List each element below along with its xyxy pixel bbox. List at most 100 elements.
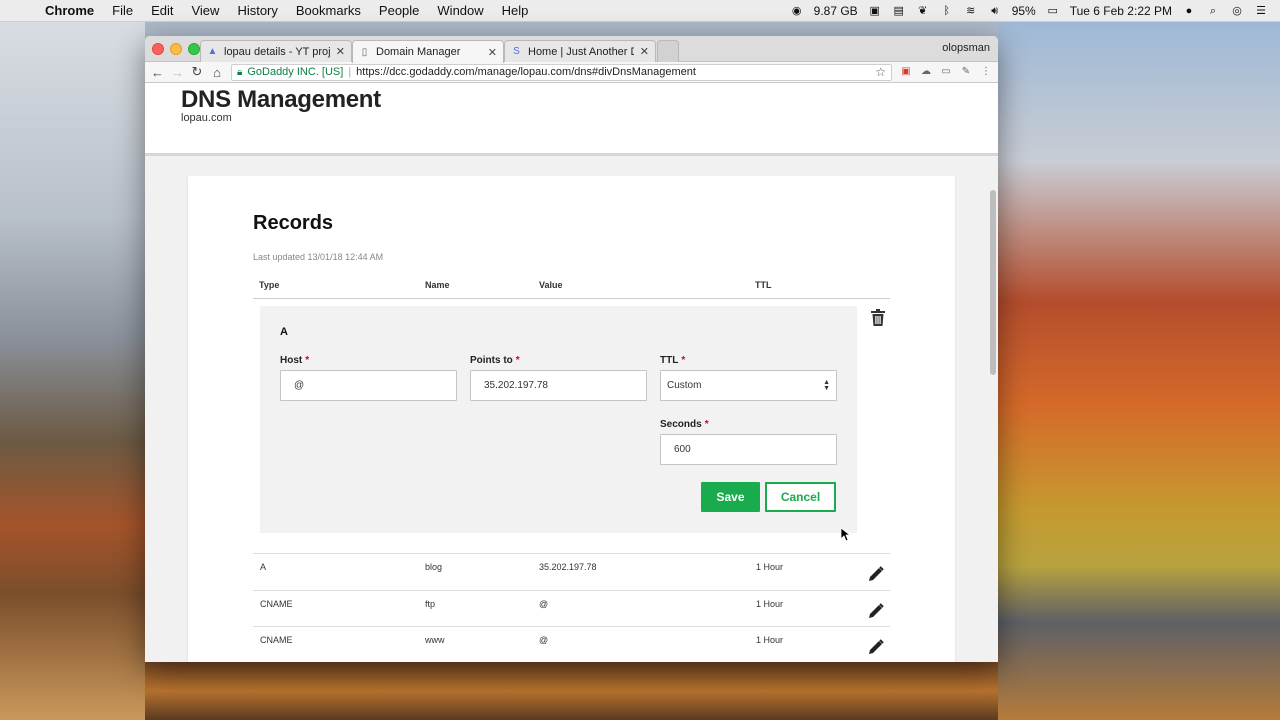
seconds-input[interactable]: 600 (660, 434, 837, 465)
row-ttl: 1 Hour (756, 599, 784, 609)
points-to-input[interactable]: 35.202.197.78 (470, 370, 647, 401)
column-type[interactable]: Type (259, 280, 279, 290)
bluetooth-icon[interactable]: ᛒ (940, 5, 954, 17)
edit-pencil-icon[interactable] (868, 639, 884, 655)
records-card: Records Last updated 13/01/18 12:44 AM T… (188, 176, 955, 662)
menu-extras: ◉ 9.87 GB ▣ ▤ ❦ ᛒ ≋ 🔊︎ 95% ▭ Tue 6 Feb 2… (790, 4, 1280, 18)
row-ttl: 1 Hour (756, 635, 784, 645)
tab-title: Home | Just Another Dang Blo (528, 45, 634, 58)
column-name[interactable]: Name (425, 280, 450, 290)
tab-title: Domain Manager (376, 46, 461, 58)
row-type: CNAME (260, 635, 293, 645)
row-ttl: 1 Hour (756, 562, 784, 572)
close-tab-icon[interactable]: ✕ (640, 45, 649, 58)
memory-status[interactable]: 9.87 GB (814, 4, 858, 18)
pdf-extension-icon[interactable]: ▣ (900, 66, 912, 78)
menu-window[interactable]: Window (428, 3, 492, 18)
mouse-cursor-icon (841, 528, 851, 542)
menu-chrome[interactable]: Chrome (36, 3, 103, 18)
close-window-button[interactable] (152, 43, 164, 55)
host-label-text: Host (280, 355, 303, 366)
evernote-icon[interactable]: ❦ (916, 5, 930, 17)
cancel-button[interactable]: Cancel (765, 482, 836, 512)
menu-bookmarks[interactable]: Bookmarks (287, 3, 370, 18)
battery-percent[interactable]: 95% (1012, 4, 1036, 18)
menu-file[interactable]: File (103, 3, 142, 18)
close-tab-icon[interactable]: ✕ (336, 45, 345, 58)
table-row: CNAME www @ 1 Hour (253, 626, 890, 662)
tab-yt-project[interactable]: ▲ lopau details - YT project ✕ (200, 40, 352, 62)
last-updated: Last updated 13/01/18 12:44 AM (253, 252, 384, 262)
trash-icon[interactable] (871, 309, 885, 326)
siri-icon[interactable]: ◎ (1230, 5, 1244, 17)
zoom-window-button[interactable] (188, 43, 200, 55)
menu-history[interactable]: History (228, 3, 286, 18)
desktop-wallpaper-bottom (145, 662, 998, 720)
seconds-value: 600 (674, 444, 691, 455)
tab-blog-home[interactable]: S Home | Just Another Dang Blo ✕ (504, 40, 656, 62)
window-controls (152, 43, 200, 55)
seconds-label: Seconds * (660, 419, 709, 430)
browser-toolbar: ← → ↻ ⌂ 🔒︎ GoDaddy INC. [US] | https://d… (145, 62, 998, 83)
page-scrollbar[interactable] (990, 190, 996, 375)
ram-icon[interactable]: ▣ (868, 5, 882, 17)
cloud-extension-icon[interactable]: ☁ (920, 66, 932, 78)
notification-center-icon[interactable]: ☰ (1254, 5, 1268, 17)
back-icon[interactable]: ← (151, 65, 164, 80)
edit-pencil-icon[interactable] (868, 566, 884, 582)
menu-help[interactable]: Help (493, 3, 538, 18)
drive-icon: ▲ (207, 46, 218, 57)
menu-edit[interactable]: Edit (142, 3, 182, 18)
chrome-menu-icon[interactable]: ⋮ (980, 66, 992, 78)
reload-icon[interactable]: ↻ (191, 64, 203, 80)
chat-icon[interactable]: ▤ (892, 5, 906, 17)
row-value: @ (539, 599, 549, 609)
select-arrows-icon: ▲ ▼ (823, 378, 830, 392)
url-text[interactable]: https://dcc.godaddy.com/manage/lopau.com… (356, 66, 696, 78)
tab-strip: ▲ lopau details - YT project ✕ ▯ Domain … (145, 36, 998, 63)
profile-name[interactable]: olopsman (942, 42, 990, 54)
domain-name: lopau.com (181, 112, 232, 124)
close-tab-icon[interactable]: ✕ (488, 46, 497, 59)
edit-pencil-icon[interactable] (868, 603, 884, 619)
page-content: DNS Management lopau.com Records Last up… (145, 84, 998, 662)
volume-icon[interactable]: 🔊︎ (988, 5, 1002, 17)
records-title: Records (253, 212, 334, 234)
menu-people[interactable]: People (370, 3, 428, 18)
record-icon[interactable]: ◉ (790, 5, 804, 17)
required-mark: * (704, 419, 709, 430)
row-value: 35.202.197.78 (539, 562, 597, 572)
spotlight-icon[interactable]: ⌕ (1206, 5, 1220, 17)
page-title: DNS Management (181, 86, 381, 113)
page-header: DNS Management lopau.com (145, 84, 998, 156)
ttl-select[interactable]: Custom ▲ ▼ (660, 370, 837, 401)
row-name: ftp (425, 599, 436, 609)
minimize-window-button[interactable] (170, 43, 182, 55)
pen-extension-icon[interactable]: ✎ (960, 66, 972, 78)
home-icon[interactable]: ⌂ (211, 65, 223, 80)
menu-view[interactable]: View (182, 3, 228, 18)
wifi-icon[interactable]: ≋ (964, 5, 978, 17)
row-type: A (260, 562, 267, 572)
tab-domain-manager[interactable]: ▯ Domain Manager ✕ (352, 40, 504, 63)
host-input[interactable]: @ (280, 370, 457, 401)
bookmark-star-icon[interactable]: ☆ (875, 65, 886, 79)
address-bar[interactable]: 🔒︎ GoDaddy INC. [US] | https://dcc.godad… (231, 63, 892, 81)
column-ttl[interactable]: TTL (755, 280, 772, 290)
user-icon[interactable]: ● (1182, 5, 1196, 17)
points-to-label: Points to * (470, 355, 520, 366)
new-tab-button[interactable] (657, 40, 679, 62)
menu-bar: Chrome File Edit View History Bookmarks … (0, 0, 1280, 22)
row-type: CNAME (260, 599, 293, 609)
omnibox-separator: | (348, 66, 352, 78)
cast-icon[interactable]: ▭ (940, 66, 952, 78)
clock[interactable]: Tue 6 Feb 2:22 PM (1070, 4, 1172, 18)
forward-icon[interactable]: → (171, 65, 184, 80)
page-body: Records Last updated 13/01/18 12:44 AM T… (145, 156, 998, 662)
save-button[interactable]: Save (701, 482, 760, 512)
battery-icon[interactable]: ▭ (1046, 5, 1060, 17)
table-row: A blog 35.202.197.78 1 Hour (253, 553, 890, 590)
ttl-label: TTL * (660, 355, 685, 366)
desktop-wallpaper-left (0, 22, 145, 720)
column-value[interactable]: Value (539, 280, 563, 290)
